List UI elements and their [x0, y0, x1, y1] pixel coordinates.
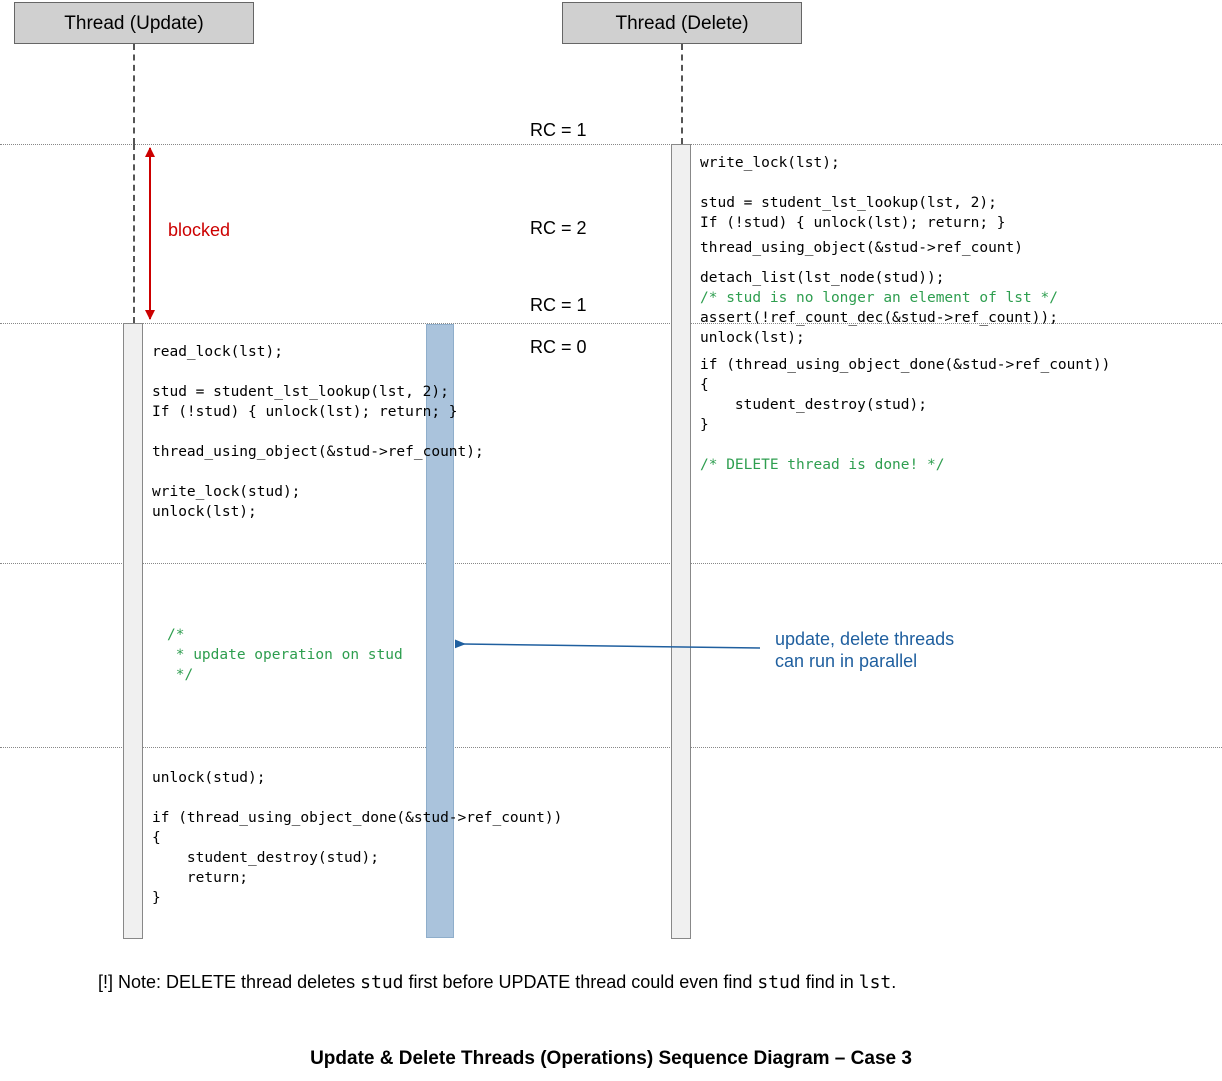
update-code-2: /* * update operation on stud */	[167, 625, 403, 685]
hline-1	[0, 144, 1222, 145]
delete-code-1: write_lock(lst); stud = student_lst_look…	[700, 153, 1006, 233]
lifeline-update-blocked	[133, 144, 135, 323]
rc-0-label: RC = 0	[530, 337, 587, 358]
diagram-note: [!] Note: DELETE thread deletes stud fir…	[98, 972, 896, 993]
update-code-1: read_lock(lst); stud = student_lst_looku…	[152, 342, 484, 522]
delete-code-2: thread_using_object(&stud->ref_count)	[700, 238, 1023, 258]
update-code-3: unlock(stud); if (thread_using_object_do…	[152, 768, 562, 908]
thread-update-header: Thread (Update)	[14, 2, 254, 44]
delete-code-3: detach_list(lst_node(stud)); /* stud is …	[700, 268, 1058, 348]
lifeline-update	[133, 44, 135, 144]
parallel-arrow	[455, 630, 765, 670]
diagram-title: Update & Delete Threads (Operations) Seq…	[0, 1048, 1222, 1070]
blocked-arrow	[149, 148, 151, 319]
blocked-label: blocked	[168, 220, 230, 241]
rc-2-label: RC = 2	[530, 218, 587, 239]
rc-1b-label: RC = 1	[530, 295, 587, 316]
thread-delete-header: Thread (Delete)	[562, 2, 802, 44]
parallel-annotation: update, delete threads can run in parall…	[775, 628, 954, 672]
hline-4	[0, 747, 1222, 748]
lifeline-delete	[681, 44, 683, 144]
hline-3	[0, 563, 1222, 564]
activation-update	[123, 323, 143, 939]
sequence-diagram: Thread (Update) Thread (Delete) RC = 1 R…	[0, 0, 1222, 1081]
activation-delete	[671, 144, 691, 939]
rc-1-label: RC = 1	[530, 120, 587, 141]
delete-code-4: if (thread_using_object_done(&stud->ref_…	[700, 355, 1110, 475]
